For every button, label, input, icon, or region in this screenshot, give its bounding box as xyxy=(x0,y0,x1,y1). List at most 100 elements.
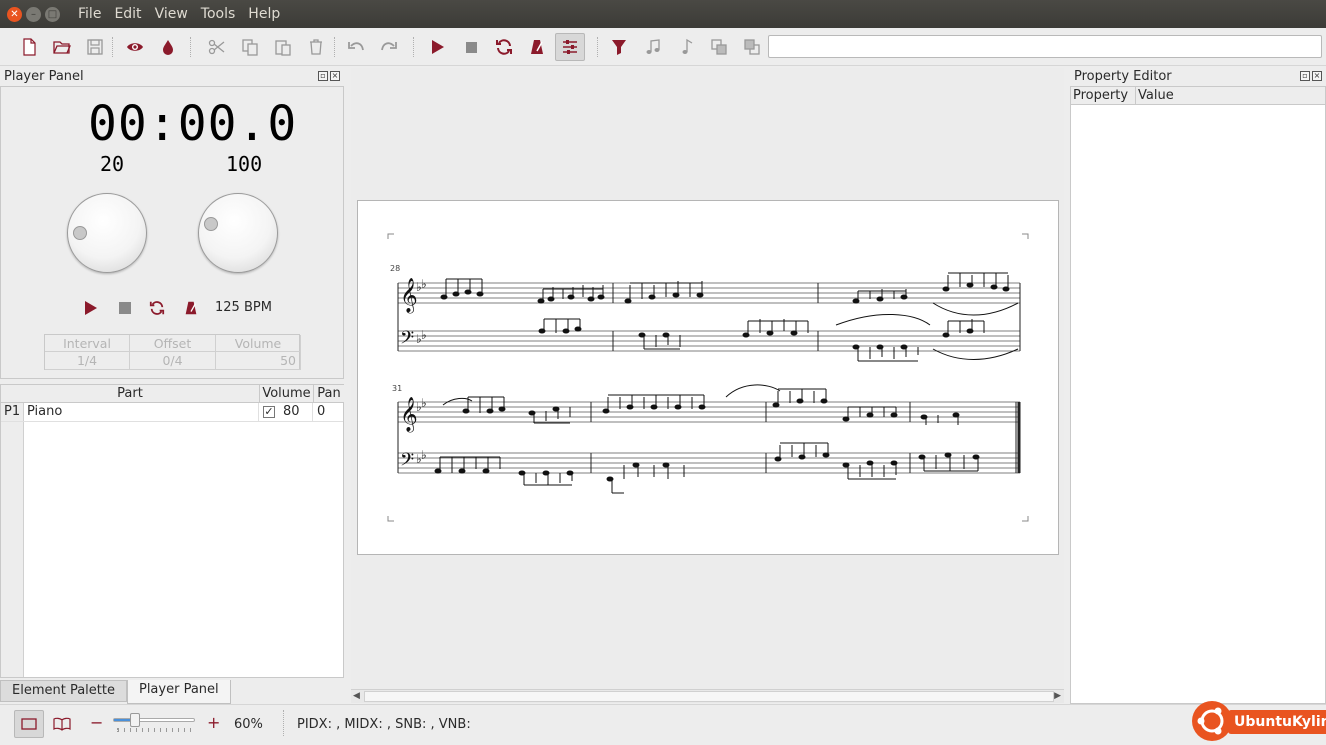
status-info: PIDX: , MIDX: , SNB: , VNB: xyxy=(297,717,471,732)
right-knob-indicator xyxy=(204,217,218,231)
part-name-cell[interactable]: Piano xyxy=(27,403,259,421)
left-knob[interactable] xyxy=(67,193,147,273)
undo-icon[interactable] xyxy=(343,34,369,60)
part-header[interactable]: Part xyxy=(1,385,260,403)
send-back-icon[interactable] xyxy=(739,34,765,60)
horizontal-scrollbar[interactable]: ◀ ▶ xyxy=(351,689,1064,703)
window-close-button[interactable]: ✕ xyxy=(7,7,22,22)
time-display: 00:00.0 xyxy=(88,96,298,152)
property-column-header[interactable]: Property xyxy=(1071,87,1136,105)
scroll-left-icon[interactable]: ◀ xyxy=(353,691,360,701)
toolbar-separator xyxy=(112,37,113,57)
svg-text:♭: ♭ xyxy=(421,277,427,291)
left-dock-tabs: Element Palette Player Panel xyxy=(0,680,231,704)
part-volume-cell[interactable]: 80 xyxy=(283,403,313,421)
pan-header[interactable]: Pan xyxy=(314,385,344,403)
drop-icon[interactable] xyxy=(155,34,181,60)
filter-icon[interactable] xyxy=(606,34,632,60)
menu-edit[interactable]: Edit xyxy=(114,6,141,22)
panel-play-icon[interactable] xyxy=(82,299,100,317)
play-icon[interactable] xyxy=(424,34,450,60)
redo-icon[interactable] xyxy=(376,34,402,60)
left-knob-value: 20 xyxy=(100,152,125,176)
volume-header: Volume xyxy=(216,335,301,352)
left-knob-indicator xyxy=(73,226,87,240)
save-icon[interactable] xyxy=(82,34,108,60)
menu-help[interactable]: Help xyxy=(248,6,280,22)
float-icon[interactable]: ▫ xyxy=(1300,71,1310,81)
notes-icon[interactable] xyxy=(673,34,699,60)
score-page[interactable]: 28 31 𝄞 𝄢 𝄞 𝄢 ♭ ♭ ♭ ♭ ♭ ♭ ♭ ♭ xyxy=(357,200,1059,555)
ubuntukylin-logo-text: UbuntuKylin xyxy=(1228,710,1326,734)
panel-metronome-icon[interactable] xyxy=(182,299,200,317)
stop-icon[interactable] xyxy=(458,34,484,60)
volume-header[interactable]: Volume xyxy=(260,385,314,403)
zoom-ticks xyxy=(117,728,193,732)
interval-value[interactable]: 1/4 xyxy=(45,352,130,370)
zoom-slider-thumb[interactable] xyxy=(130,713,140,727)
right-knob[interactable] xyxy=(198,193,278,273)
window-maximize-button[interactable]: □ xyxy=(45,7,60,22)
part-checkbox[interactable]: ✓ xyxy=(263,406,275,418)
scrollbar-thumb[interactable] xyxy=(364,691,1054,702)
offset-header: Offset xyxy=(130,335,216,352)
close-icon[interactable]: × xyxy=(1312,71,1322,81)
svg-text:♭: ♭ xyxy=(421,396,427,410)
volume-value[interactable]: 50 xyxy=(216,352,301,370)
part-pan-cell[interactable]: 0 xyxy=(317,403,343,421)
note-icon[interactable] xyxy=(640,34,666,60)
toolbar-separator xyxy=(413,37,414,57)
svg-text:𝄢: 𝄢 xyxy=(400,328,414,353)
toolbar-separator xyxy=(597,37,598,57)
copy-icon[interactable] xyxy=(237,34,263,60)
scroll-right-icon[interactable]: ▶ xyxy=(1054,691,1061,701)
row-header-strip xyxy=(1,421,24,677)
new-file-icon[interactable] xyxy=(16,34,42,60)
zoom-slider[interactable] xyxy=(113,713,195,727)
panel-loop-icon[interactable] xyxy=(148,299,166,317)
cut-icon[interactable] xyxy=(204,34,230,60)
player-panel-dock-buttons: ▫ × xyxy=(318,71,340,81)
toolbar-separator xyxy=(334,37,335,57)
title-bar: ✕ – □ File Edit View Tools Help xyxy=(0,0,1326,28)
tab-player-panel[interactable]: Player Panel xyxy=(126,680,231,704)
metronome-icon[interactable] xyxy=(524,34,550,60)
menu-view[interactable]: View xyxy=(155,6,188,22)
measure-number-28: 28 xyxy=(390,264,400,273)
property-editor: Property Value xyxy=(1070,86,1326,704)
menu-file[interactable]: File xyxy=(78,6,101,22)
value-column-header[interactable]: Value xyxy=(1136,87,1325,105)
window-minimize-button[interactable]: – xyxy=(26,7,41,22)
loop-icon[interactable] xyxy=(491,34,517,60)
tab-element-palette[interactable]: Element Palette xyxy=(0,680,127,702)
panel-stop-icon[interactable] xyxy=(116,299,134,317)
menu-tools[interactable]: Tools xyxy=(201,6,236,22)
book-view-icon[interactable] xyxy=(47,710,77,738)
single-page-view-icon[interactable] xyxy=(14,710,44,738)
sheet-music: 28 31 𝄞 𝄢 𝄞 𝄢 ♭ ♭ ♭ ♭ ♭ ♭ ♭ ♭ xyxy=(387,233,1029,522)
row-id: P1 xyxy=(1,403,24,421)
status-separator xyxy=(283,710,284,736)
zoom-in-icon[interactable]: + xyxy=(207,713,220,732)
ubuntukylin-logo-icon xyxy=(1192,701,1232,741)
zoom-slider-fill xyxy=(114,719,130,721)
float-icon[interactable]: ▫ xyxy=(318,71,328,81)
parts-table: Part Volume Pan P1 Piano ✓ 80 0 xyxy=(0,384,344,678)
eye-icon[interactable] xyxy=(122,34,148,60)
open-folder-icon[interactable] xyxy=(49,34,75,60)
measure-number-31: 31 xyxy=(392,384,402,393)
paste-icon[interactable] xyxy=(270,34,296,60)
search-input[interactable] xyxy=(768,35,1322,58)
zoom-level: 60% xyxy=(234,717,263,732)
svg-text:♭: ♭ xyxy=(421,328,427,342)
mixer-icon[interactable] xyxy=(555,33,585,61)
zoom-out-icon[interactable]: − xyxy=(90,713,103,732)
status-bar xyxy=(0,704,1326,744)
offset-value[interactable]: 0/4 xyxy=(130,352,216,370)
player-panel-title: Player Panel xyxy=(4,69,84,84)
bring-front-icon[interactable] xyxy=(706,34,732,60)
right-knob-value: 100 xyxy=(226,152,263,176)
close-icon[interactable]: × xyxy=(330,71,340,81)
delete-icon[interactable] xyxy=(303,34,329,60)
bpm-label: 125 BPM xyxy=(215,300,272,315)
